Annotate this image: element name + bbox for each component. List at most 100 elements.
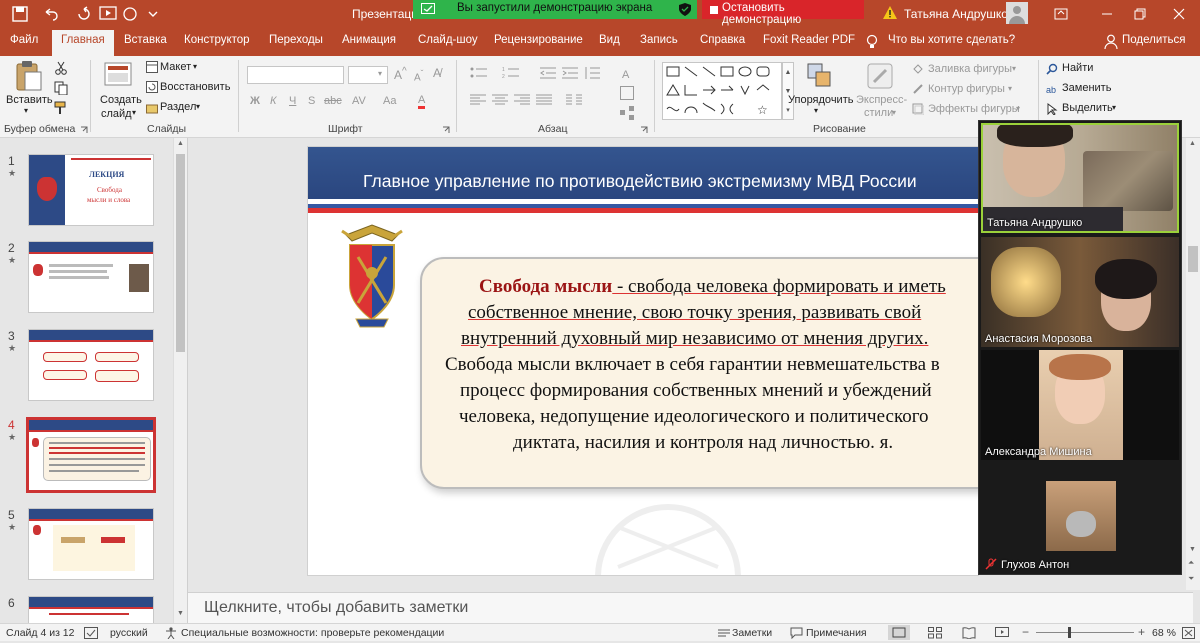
new-slide-button[interactable]: Создать bbox=[100, 94, 142, 106]
customize-toolbar-icon[interactable] bbox=[148, 9, 158, 19]
scroll-down-icon[interactable]: ▼ bbox=[177, 610, 184, 617]
tab-review[interactable]: Рецензирование bbox=[494, 34, 583, 46]
account-name[interactable]: Татьяна Андрушко bbox=[904, 7, 1008, 21]
editor-scrollbar[interactable]: ▲ ▼ ⏶ ⏷ bbox=[1186, 138, 1200, 590]
italic-button[interactable]: К bbox=[270, 95, 276, 107]
shapes-scroll[interactable]: ▲ ▼ ▾ bbox=[782, 62, 794, 120]
align-right-icon[interactable] bbox=[514, 94, 530, 106]
zoom-level[interactable]: 68 % bbox=[1152, 627, 1176, 639]
undo-icon[interactable] bbox=[42, 6, 58, 22]
participant-tile-4[interactable]: Глухов Антон bbox=[981, 463, 1179, 573]
paste-icon[interactable] bbox=[14, 60, 42, 92]
avatar[interactable] bbox=[1006, 2, 1028, 24]
quick-styles-icon[interactable] bbox=[866, 62, 894, 90]
tab-view[interactable]: Вид bbox=[599, 34, 620, 46]
normal-view-button[interactable] bbox=[888, 625, 910, 640]
select-dropdown-icon[interactable]: ▾ bbox=[1112, 103, 1116, 112]
comments-toggle[interactable]: Примечания bbox=[806, 627, 867, 639]
language-indicator[interactable]: русский bbox=[110, 627, 148, 639]
columns-icon[interactable] bbox=[566, 94, 582, 106]
shape-outline-button[interactable]: Контур фигуры bbox=[928, 83, 1005, 95]
tab-home[interactable]: Главная bbox=[52, 30, 114, 56]
close-icon[interactable] bbox=[1172, 7, 1186, 21]
accessibility-icon[interactable] bbox=[165, 627, 177, 639]
spelling-icon[interactable] bbox=[84, 627, 98, 639]
slideshow-view-icon[interactable] bbox=[995, 627, 1009, 639]
stop-share-button[interactable]: Остановить демонстрацию bbox=[702, 0, 864, 26]
format-painter-icon[interactable] bbox=[54, 101, 68, 115]
editor-scroll-down-icon[interactable]: ▼ bbox=[1189, 546, 1196, 553]
tab-transitions[interactable]: Переходы bbox=[269, 34, 323, 46]
font-color-icon[interactable]: A bbox=[418, 94, 426, 109]
share-person-icon[interactable] bbox=[1104, 34, 1118, 49]
arrange-dropdown-icon[interactable]: ▾ bbox=[814, 106, 818, 115]
save-icon[interactable] bbox=[12, 6, 28, 22]
shape-outline-dropdown-icon[interactable]: ▾ bbox=[1008, 84, 1012, 93]
spacing-button[interactable]: AV bbox=[352, 95, 366, 107]
participant-tile-2[interactable]: Анастасия Морозова bbox=[981, 237, 1179, 347]
copy-icon[interactable] bbox=[54, 81, 68, 95]
justify-icon[interactable] bbox=[536, 94, 552, 106]
redo-icon[interactable] bbox=[76, 6, 92, 22]
slide-thumbnail-3[interactable] bbox=[28, 329, 154, 401]
arrange-icon[interactable] bbox=[806, 62, 834, 90]
find-button[interactable]: Найти bbox=[1062, 62, 1093, 74]
smartart-icon[interactable] bbox=[620, 106, 634, 120]
indent-increase-icon[interactable] bbox=[562, 66, 578, 80]
zoom-slider[interactable] bbox=[1036, 627, 1134, 638]
quick-access-icon[interactable] bbox=[122, 6, 138, 22]
fit-to-window-icon[interactable] bbox=[1182, 627, 1195, 639]
clear-format-icon[interactable]: A̸ bbox=[433, 66, 441, 80]
arrange-button[interactable]: Упорядочить bbox=[788, 94, 853, 106]
decrease-font-icon[interactable]: Aˇ bbox=[414, 68, 423, 83]
bullets-icon[interactable] bbox=[470, 66, 488, 80]
bold-button[interactable]: Ж bbox=[250, 95, 260, 107]
tell-me-search[interactable]: Что вы хотите сделать? bbox=[888, 34, 1015, 46]
accessibility-status[interactable]: Специальные возможности: проверьте реком… bbox=[181, 627, 444, 639]
new-slide-icon[interactable] bbox=[103, 60, 133, 90]
editor-scroll-thumb[interactable] bbox=[1188, 246, 1198, 272]
slide-thumbnail-5[interactable] bbox=[28, 508, 154, 580]
increase-font-icon[interactable]: A^ bbox=[394, 66, 407, 82]
previous-slide-icon[interactable]: ⏶ bbox=[1188, 558, 1194, 568]
slide-sorter-icon[interactable] bbox=[928, 627, 942, 639]
strikethrough-button[interactable]: abc bbox=[324, 95, 342, 107]
zoom-slider-thumb[interactable] bbox=[1068, 627, 1071, 638]
paste-button[interactable]: Вставить bbox=[6, 94, 53, 106]
share-button[interactable]: Поделиться bbox=[1122, 34, 1186, 46]
tab-file[interactable]: Файл bbox=[10, 34, 38, 46]
clipboard-launcher-icon[interactable] bbox=[80, 126, 88, 134]
text-direction-icon[interactable]: A bbox=[620, 64, 634, 80]
participant-tile-1[interactable]: Татьяна Андрушко bbox=[981, 123, 1179, 233]
start-slideshow-icon[interactable] bbox=[98, 5, 118, 23]
tab-slideshow[interactable]: Слайд-шоу bbox=[418, 34, 478, 46]
notes-toggle[interactable]: Заметки bbox=[732, 627, 772, 639]
shape-fill-button[interactable]: Заливка фигуры bbox=[928, 63, 1012, 75]
participant-tile-3[interactable]: Александра Мишина bbox=[981, 350, 1179, 460]
shapes-gallery[interactable]: ☆ bbox=[662, 62, 782, 120]
scroll-up-icon[interactable]: ▲ bbox=[177, 140, 184, 147]
zoom-out-button[interactable]: − bbox=[1022, 625, 1029, 639]
layout-dropdown-icon[interactable]: ▾ bbox=[193, 62, 197, 71]
slide-thumbnail-6[interactable] bbox=[28, 596, 154, 623]
shape-fill-dropdown-icon[interactable]: ▾ bbox=[1012, 64, 1016, 73]
thumbnail-scroll-thumb[interactable] bbox=[176, 154, 185, 352]
shape-effects-dropdown-icon[interactable]: ▾ bbox=[1016, 104, 1020, 113]
tab-foxit[interactable]: Foxit Reader PDF bbox=[763, 34, 855, 46]
slide-thumbnail-2[interactable] bbox=[28, 241, 154, 313]
line-spacing-icon[interactable] bbox=[584, 66, 600, 80]
slide-thumbnail-1[interactable]: ЛЕКЦИЯ Свобода мысли и слова bbox=[28, 154, 154, 226]
ribbon-display-icon[interactable] bbox=[1054, 7, 1068, 21]
cut-icon[interactable] bbox=[54, 61, 68, 75]
underline-button[interactable]: Ч bbox=[289, 95, 296, 107]
reset-button[interactable]: Восстановить bbox=[160, 81, 230, 93]
replace-button[interactable]: Заменить bbox=[1062, 82, 1111, 94]
layout-button[interactable]: Макет bbox=[160, 61, 191, 73]
notes-pane[interactable]: Щелкните, чтобы добавить заметки bbox=[188, 592, 1193, 623]
tab-record[interactable]: Запись bbox=[640, 34, 678, 46]
section-button[interactable]: Раздел bbox=[160, 101, 196, 113]
paragraph-launcher-icon[interactable] bbox=[640, 126, 648, 134]
quick-styles-dropdown-icon[interactable]: ▾ bbox=[892, 108, 896, 117]
restore-icon[interactable] bbox=[1133, 7, 1147, 21]
shape-effects-button[interactable]: Эффекты фигуры bbox=[928, 103, 1020, 115]
